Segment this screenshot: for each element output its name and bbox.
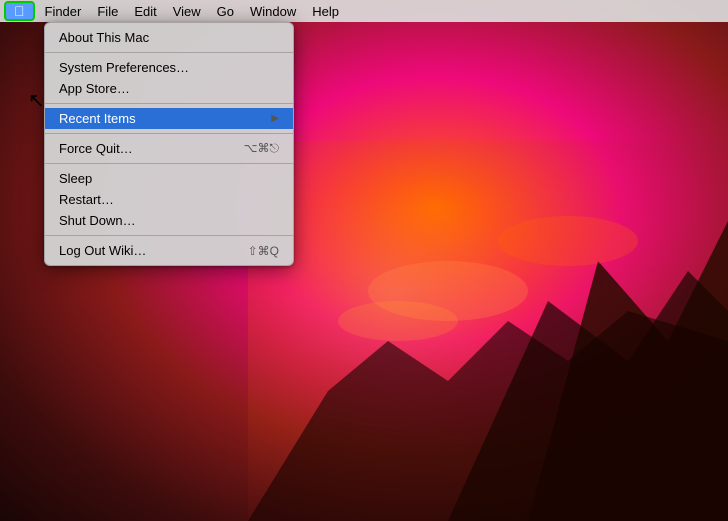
menu-item-recent-items[interactable]: Recent Items ▶ (45, 108, 293, 129)
menubar-go[interactable]: Go (209, 0, 242, 22)
menubar:  Finder File Edit View Go Window Help (0, 0, 728, 22)
menubar-edit[interactable]: Edit (126, 0, 164, 22)
menu-item-restart[interactable]: Restart… (45, 189, 293, 210)
menu-item-system-prefs[interactable]: System Preferences… (45, 57, 293, 78)
menu-item-app-store[interactable]: App Store… (45, 78, 293, 99)
menu-item-logout[interactable]: Log Out Wiki… ⇧⌘Q (45, 240, 293, 261)
menubar-window[interactable]: Window (242, 0, 304, 22)
mountain-silhouette (248, 141, 728, 521)
menu-separator-1 (45, 52, 293, 53)
apple-menu-button[interactable]:  (4, 1, 35, 21)
submenu-arrow-icon: ▶ (271, 113, 279, 124)
menubar-file[interactable]: File (89, 0, 126, 22)
menu-item-shutdown[interactable]: Shut Down… (45, 210, 293, 231)
menu-separator-5 (45, 235, 293, 236)
menubar-view[interactable]: View (165, 0, 209, 22)
menu-separator-2 (45, 103, 293, 104)
menubar-help[interactable]: Help (304, 0, 347, 22)
menu-item-force-quit[interactable]: Force Quit… ⌥⌘⎋ (45, 138, 293, 159)
apple-dropdown-menu: About This Mac System Preferences… App S… (44, 22, 294, 266)
menubar-finder[interactable]: Finder (37, 0, 90, 22)
menu-separator-4 (45, 163, 293, 164)
menu-item-about[interactable]: About This Mac (45, 27, 293, 48)
logout-shortcut: ⇧⌘Q (248, 244, 279, 258)
force-quit-shortcut: ⌥⌘⎋ (244, 141, 279, 156)
menu-item-sleep[interactable]: Sleep (45, 168, 293, 189)
apple-logo-icon:  (14, 4, 25, 18)
menu-separator-3 (45, 133, 293, 134)
